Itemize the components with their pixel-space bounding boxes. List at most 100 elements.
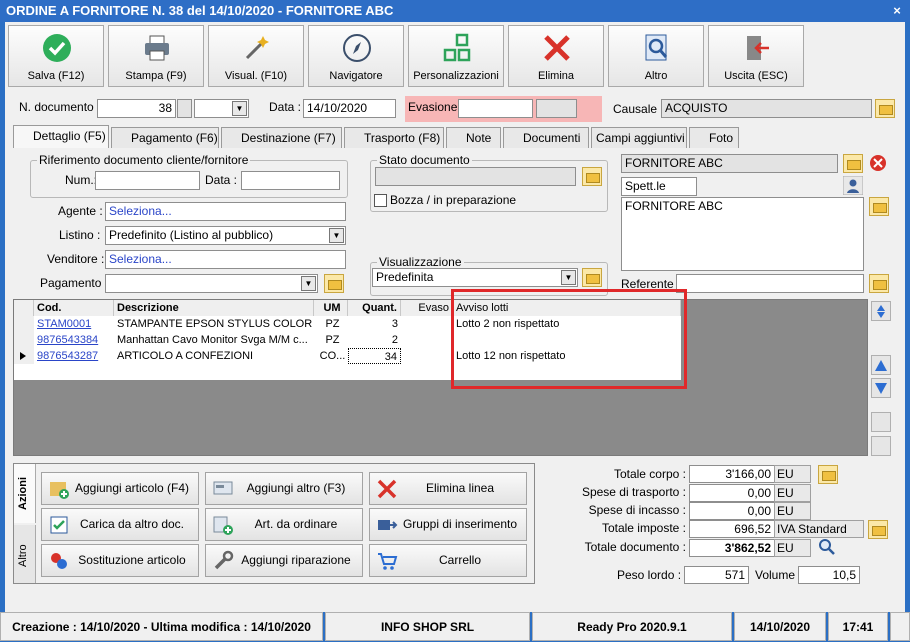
grid-header-description[interactable]: Descrizione [114, 300, 314, 316]
row-um[interactable]: PZ [314, 316, 348, 332]
row-um[interactable]: PZ [314, 332, 348, 348]
side-tab-other[interactable]: Altro [14, 525, 36, 583]
grid-header-quantity[interactable]: Quant. [348, 300, 401, 316]
doc-series-select[interactable]: ▼ [194, 99, 249, 118]
chevron-down-icon[interactable]: ▼ [232, 101, 247, 116]
customization-button[interactable]: Personalizzazioni [408, 25, 504, 87]
side-tab-actions[interactable]: Azioni [14, 464, 36, 523]
tab-destination[interactable]: Destinazione (F7) [221, 127, 342, 148]
evasion-field[interactable] [458, 99, 533, 118]
grid-header-code[interactable]: Cod. [34, 300, 114, 316]
doc-total-label: Totale documento : [584, 540, 686, 554]
list-select[interactable]: Predefinito (Listino al pubblico) ▼ [105, 226, 346, 245]
add-repair-button[interactable]: Aggiungi riparazione [205, 544, 363, 577]
row-quantity[interactable]: 34 [348, 348, 401, 364]
supplier-name-field[interactable]: FORNITORE ABC [621, 154, 838, 173]
volume-value[interactable]: 10,5 [798, 566, 860, 584]
copy-icon[interactable] [871, 412, 891, 432]
folder-icon[interactable] [868, 520, 888, 539]
tab-documents[interactable]: Documenti [503, 127, 589, 148]
cause-label: Causale : [613, 102, 664, 116]
visual-label: Visual. (F10) [224, 70, 288, 82]
customization-label: Personalizzazioni [413, 70, 499, 82]
add-other-button[interactable]: Aggiungi altro (F3) [205, 472, 363, 505]
folder-icon[interactable] [582, 167, 602, 186]
supplier-address-field[interactable]: FORNITORE ABC [621, 197, 864, 271]
weight-value[interactable]: 571 [684, 566, 749, 584]
cart-button[interactable]: Carrello [369, 544, 527, 577]
tab-extra-fields[interactable]: Campi aggiuntivi [591, 127, 687, 148]
scroll-top-icon[interactable] [871, 301, 891, 321]
folder-icon[interactable] [843, 154, 863, 173]
delete-x-icon [377, 479, 397, 499]
row-code-link[interactable]: 9876543287 [34, 348, 114, 364]
move-up-icon[interactable] [871, 355, 891, 375]
move-down-icon[interactable] [871, 378, 891, 398]
exit-button[interactable]: Uscita (ESC) [708, 25, 804, 87]
paste-icon[interactable] [871, 436, 891, 456]
folder-icon[interactable] [324, 274, 344, 293]
delete-line-button[interactable]: Elimina linea [369, 472, 527, 505]
view-select[interactable]: Predefinita ▼ [372, 268, 578, 287]
zoom-icon[interactable] [818, 538, 836, 556]
date-field[interactable]: 14/10/2020 [303, 99, 396, 118]
row-quantity[interactable]: 3 [348, 316, 401, 332]
folder-icon[interactable] [869, 197, 889, 216]
seller-field[interactable]: Seleziona... [105, 250, 346, 269]
tab-detail[interactable]: Dettaglio (F5) [13, 125, 109, 148]
folder-icon[interactable] [582, 268, 602, 287]
magnifier-document-icon [645, 34, 668, 61]
salutation-field[interactable]: Spett.le [621, 177, 697, 196]
row-description[interactable]: ARTICOLO A CONFEZIONI [114, 348, 314, 364]
row-um[interactable]: CO... [314, 348, 348, 364]
tab-payment[interactable]: Pagamento (F6) [111, 127, 219, 148]
collection-value[interactable]: 0,00 [689, 502, 775, 520]
delete-button[interactable]: Elimina [508, 25, 604, 87]
agent-field[interactable]: Seleziona... [105, 202, 346, 221]
collection-unit: EU [774, 502, 811, 520]
draft-checkbox[interactable] [374, 194, 387, 207]
tab-transport[interactable]: Trasporto (F8) [344, 127, 444, 148]
chevron-down-icon[interactable]: ▼ [561, 270, 576, 285]
close-icon[interactable]: × [890, 4, 904, 18]
row-description[interactable]: Manhattan Cavo Monitor Svga M/M c... [114, 332, 314, 348]
folder-icon[interactable] [818, 465, 838, 484]
grid-header-um[interactable]: UM [314, 300, 348, 316]
insert-groups-button[interactable]: Gruppi di inserimento [369, 508, 527, 541]
chevron-down-icon[interactable]: ▼ [329, 228, 344, 243]
doc-number-suffix[interactable] [177, 99, 192, 118]
tab-photo[interactable]: Foto [689, 127, 739, 148]
row-code-link[interactable]: 9876543384 [34, 332, 114, 348]
grid-header-evaded[interactable]: Evaso [401, 300, 453, 316]
chevron-down-icon[interactable]: ▼ [301, 276, 316, 291]
referent-field[interactable] [676, 274, 864, 293]
other-button[interactable]: Altro [608, 25, 704, 87]
cause-field[interactable]: ACQUISTO [661, 99, 872, 118]
evasion-extra-field[interactable] [536, 99, 577, 118]
row-code-link[interactable]: STAM0001 [34, 316, 114, 332]
remove-circle-icon[interactable] [869, 154, 887, 172]
transport-value[interactable]: 0,00 [689, 484, 775, 502]
row-quantity[interactable]: 2 [348, 332, 401, 348]
replace-article-button[interactable]: Sostituzione articolo [41, 544, 199, 577]
seller-label: Venditore : [47, 252, 105, 266]
folder-icon[interactable] [875, 99, 895, 118]
resize-grip[interactable] [890, 612, 910, 641]
row-description[interactable]: STAMPANTE EPSON STYLUS COLOR C... [114, 316, 314, 332]
doc-number-field[interactable]: 38 [97, 99, 176, 118]
user-search-icon[interactable] [843, 176, 863, 195]
state-field[interactable] [375, 167, 576, 186]
save-button[interactable]: Salva (F12) [8, 25, 104, 87]
add-article-button[interactable]: Aggiungi articolo (F4) [41, 472, 199, 505]
tab-notes[interactable]: Note [446, 127, 501, 148]
navigator-button[interactable]: Navigatore [308, 25, 404, 87]
ref-num-field[interactable] [95, 171, 200, 190]
folder-icon[interactable] [869, 274, 889, 293]
load-from-doc-button[interactable]: Carica da altro doc. [41, 508, 199, 541]
payment-select[interactable]: ▼ [105, 274, 318, 293]
articles-to-order-button[interactable]: Art. da ordinare [205, 508, 363, 541]
other-label: Altro [644, 70, 668, 82]
ref-date-field[interactable] [241, 171, 340, 190]
visual-button[interactable]: Visual. (F10) [208, 25, 304, 87]
print-button[interactable]: Stampa (F9) [108, 25, 204, 87]
